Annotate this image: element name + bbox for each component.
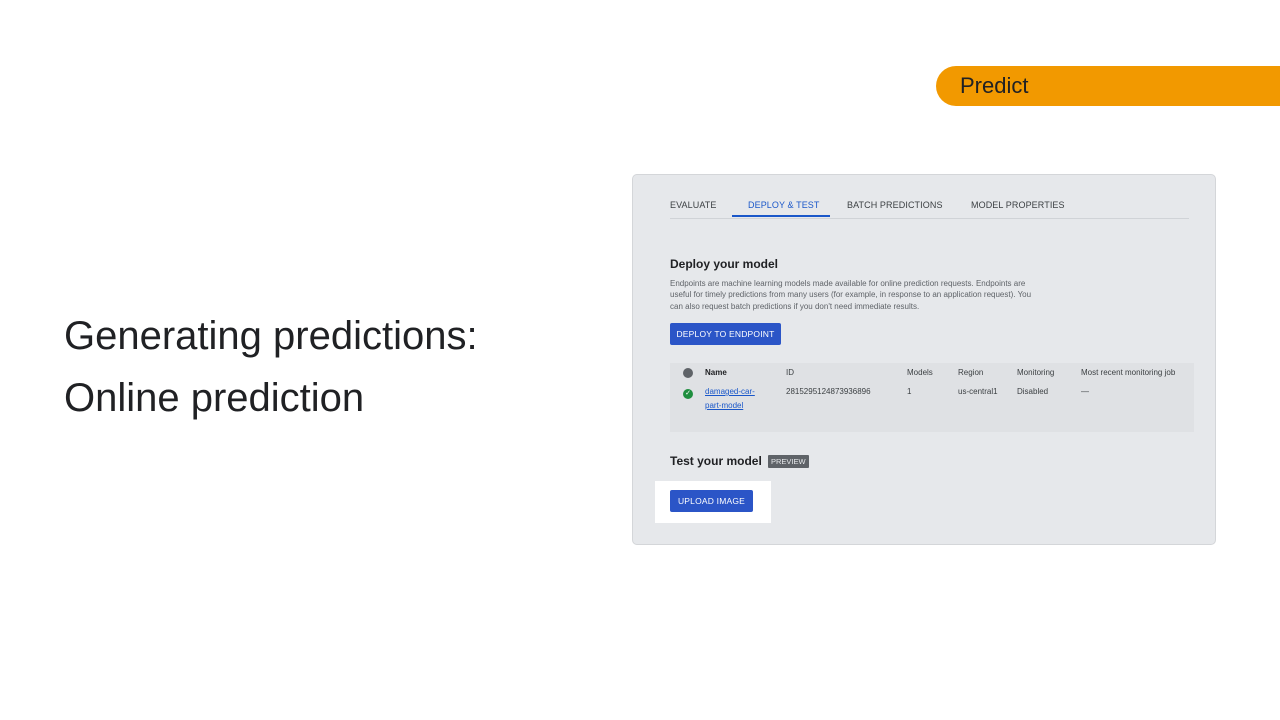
test-title: Test your model: [670, 454, 762, 468]
tab-deploy-test[interactable]: DEPLOY & TEST: [748, 200, 820, 210]
predict-tag: Predict: [936, 66, 1280, 106]
slide-heading: Generating predictions: Online predictio…: [64, 305, 478, 429]
col-id: ID: [786, 368, 794, 377]
col-recent-job: Most recent monitoring job: [1081, 368, 1176, 377]
tab-model-properties[interactable]: MODEL PROPERTIES: [971, 200, 1065, 210]
heading-line-1: Generating predictions:: [64, 314, 478, 358]
endpoint-recent-job: —: [1081, 387, 1089, 396]
tab-batch-predictions[interactable]: BATCH PREDICTIONS: [847, 200, 943, 210]
upload-image-button[interactable]: UPLOAD IMAGE: [670, 490, 753, 512]
col-region: Region: [958, 368, 984, 377]
endpoints-table: Name ID Models Region Monitoring Most re…: [670, 363, 1194, 432]
col-models: Models: [907, 368, 933, 377]
deploy-description: Endpoints are machine learning models ma…: [670, 279, 1032, 311]
endpoint-models: 1: [907, 387, 912, 396]
active-tab-indicator: [732, 215, 830, 217]
console-screenshot: EVALUATE DEPLOY & TEST BATCH PREDICTIONS…: [632, 174, 1216, 545]
heading-line-2: Online prediction: [64, 376, 365, 420]
preview-badge: PREVIEW: [768, 455, 809, 468]
deploy-title: Deploy your model: [670, 257, 779, 271]
col-monitoring: Monitoring: [1017, 368, 1055, 377]
endpoint-name-link[interactable]: damaged-car-part-model: [705, 385, 767, 413]
deploy-to-endpoint-button[interactable]: DEPLOY TO ENDPOINT: [670, 323, 781, 345]
endpoint-id: 2815295124873936896: [786, 387, 871, 396]
col-name: Name: [705, 368, 727, 377]
tab-bar: EVALUATE DEPLOY & TEST BATCH PREDICTIONS…: [670, 192, 1189, 219]
endpoint-region: us-central1: [958, 387, 998, 396]
tab-evaluate[interactable]: EVALUATE: [670, 200, 716, 210]
predict-tag-label: Predict: [960, 73, 1029, 98]
status-ok-icon: ✓: [683, 389, 693, 399]
select-all-icon[interactable]: [683, 368, 693, 378]
endpoint-monitoring: Disabled: [1017, 387, 1049, 396]
